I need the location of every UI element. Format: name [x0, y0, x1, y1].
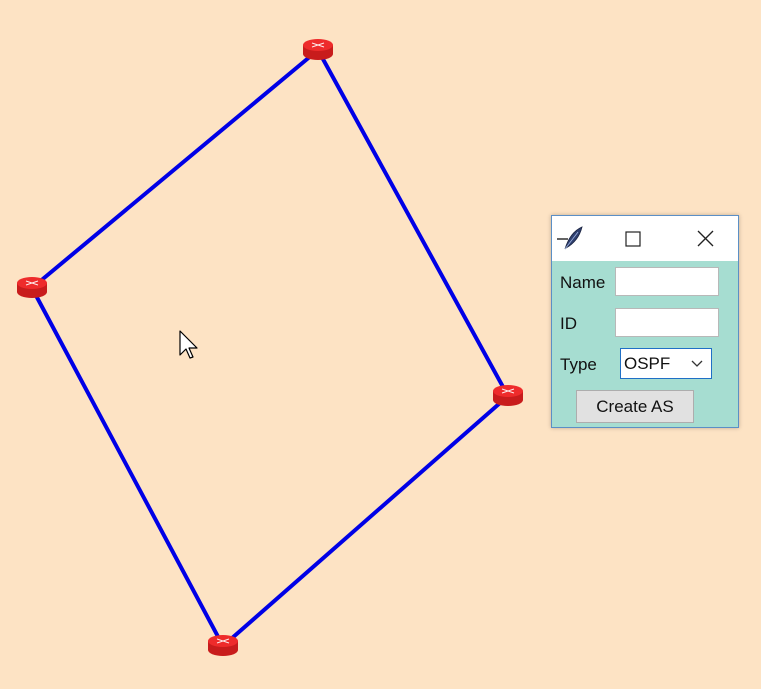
router-node-right[interactable] [493, 385, 523, 406]
link-right-bottom[interactable] [221, 394, 510, 648]
name-field[interactable] [615, 267, 719, 296]
type-select[interactable]: OSPF [620, 348, 712, 379]
link-left-bottom[interactable] [30, 286, 225, 648]
id-field[interactable] [615, 308, 719, 337]
router-node-bottom[interactable] [208, 635, 238, 656]
link-top-right[interactable] [316, 48, 510, 398]
router-node-top[interactable] [303, 39, 333, 60]
title-bar[interactable] [552, 216, 738, 261]
link-top-left[interactable] [30, 48, 320, 290]
mouse-pointer-icon [179, 330, 198, 359]
type-select-value: OSPF [624, 354, 671, 373]
chevron-down-icon [691, 360, 703, 367]
router-node-left[interactable] [17, 277, 47, 298]
create-as-dialog: Name ID Type OSPF Create AS [551, 215, 739, 428]
feather-icon [557, 226, 583, 250]
maximize-button[interactable] [616, 224, 648, 254]
name-label: Name [560, 273, 606, 292]
type-label: Type [560, 355, 597, 374]
create-as-button[interactable]: Create AS [576, 390, 694, 423]
close-button[interactable] [688, 224, 722, 254]
id-label: ID [560, 314, 577, 333]
